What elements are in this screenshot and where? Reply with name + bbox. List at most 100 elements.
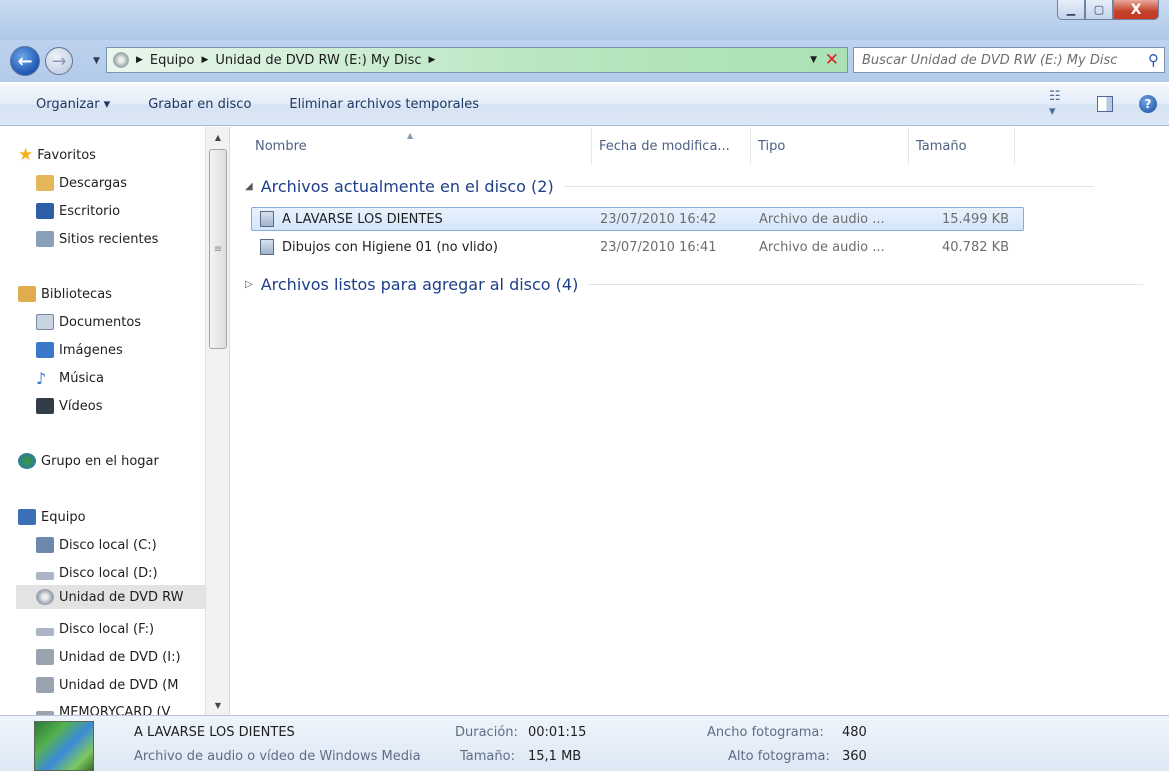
file-size: 40.782 KB bbox=[942, 239, 1010, 255]
sidebar-item-musica[interactable]: ♪ Música bbox=[36, 366, 229, 390]
navigation-pane: ★ Favoritos Descargas Escritorio Sitios … bbox=[0, 127, 230, 715]
chevron-right-icon[interactable]: ▶ bbox=[201, 55, 208, 65]
sidebar-item-disco-d[interactable]: Disco local (D:) bbox=[36, 561, 213, 585]
breadcrumb: ▶ Equipo ▶ Unidad de DVD RW (E:) My Disc… bbox=[129, 53, 442, 68]
media-file-icon bbox=[260, 239, 274, 255]
arrow-left-icon: ← bbox=[17, 50, 33, 72]
search-input[interactable]: Buscar Unidad de DVD RW (E:) My Disc ⚲ bbox=[853, 47, 1165, 73]
dvd-drive-icon bbox=[36, 589, 54, 605]
breadcrumb-equipo[interactable]: Equipo bbox=[150, 53, 195, 68]
title-bar: ▁ ▢ X bbox=[0, 0, 1169, 40]
sidebar-item-grupo-hogar[interactable]: Grupo en el hogar bbox=[18, 449, 229, 473]
sidebar-item-bibliotecas[interactable]: Bibliotecas bbox=[18, 282, 229, 306]
details-height-label: Alto fotograma: bbox=[728, 749, 830, 764]
file-size: 15.499 KB bbox=[942, 211, 1010, 227]
column-header-name[interactable]: Nombre bbox=[249, 127, 592, 165]
breadcrumb-dvd-drive[interactable]: Unidad de DVD RW (E:) My Disc bbox=[215, 53, 421, 68]
help-icon[interactable]: ? bbox=[1139, 95, 1157, 113]
sidebar-item-memorycard[interactable]: MEMORYCARD (V bbox=[36, 700, 205, 715]
scrollbar-thumb[interactable]: ≡ bbox=[209, 149, 227, 349]
address-bar[interactable]: ▶ Equipo ▶ Unidad de DVD RW (E:) My Disc… bbox=[106, 47, 848, 73]
group-header-ready[interactable]: ▷ Archivos listos para agregar al disco … bbox=[245, 275, 1144, 294]
media-file-icon bbox=[260, 211, 274, 227]
address-history-dropdown[interactable]: ▼ bbox=[810, 55, 817, 65]
file-type: Archivo de audio ... bbox=[759, 211, 885, 227]
homegroup-icon bbox=[18, 453, 36, 469]
back-button[interactable]: ← bbox=[10, 46, 40, 76]
file-name: Dibujos con Higiene 01 (no vlido) bbox=[282, 239, 498, 255]
details-file-name: A LAVARSE LOS DIENTES bbox=[134, 725, 295, 740]
recent-pages-dropdown[interactable]: ▼ bbox=[93, 56, 100, 66]
details-width-label: Ancho fotograma: bbox=[707, 725, 824, 740]
sidebar-item-imagenes[interactable]: Imágenes bbox=[36, 338, 229, 362]
file-row[interactable]: Dibujos con Higiene 01 (no vlido) 23/07/… bbox=[251, 235, 1024, 259]
organize-button[interactable]: Organizar ▾ bbox=[26, 93, 120, 116]
burn-button[interactable]: Grabar en disco bbox=[138, 93, 261, 116]
sidebar-item-documentos[interactable]: Documentos bbox=[36, 310, 229, 334]
group-divider bbox=[588, 284, 1144, 285]
window-controls: ▁ ▢ X bbox=[1057, 0, 1159, 20]
dvd-drive-icon bbox=[113, 52, 129, 68]
videos-icon bbox=[36, 398, 54, 414]
sidebar-item-dvd-m[interactable]: Unidad de DVD (M bbox=[36, 673, 205, 697]
sidebar-item-equipo[interactable]: Equipo bbox=[18, 505, 229, 529]
file-list: Nombre ▲ Fecha de modifica... Tipo Tamañ… bbox=[231, 127, 1169, 715]
group-header-on-disc[interactable]: ◢ Archivos actualmente en el disco (2) bbox=[245, 177, 1094, 196]
star-icon: ★ bbox=[18, 145, 34, 165]
sidebar-item-descargas[interactable]: Descargas bbox=[36, 171, 229, 195]
close-button[interactable]: X bbox=[1113, 0, 1159, 20]
details-height-value: 360 bbox=[842, 749, 867, 764]
sidebar-item-favoritos[interactable]: ★ Favoritos bbox=[18, 143, 229, 167]
sidebar-item-dvd-i[interactable]: Unidad de DVD (I:) bbox=[36, 645, 213, 669]
drive-icon bbox=[36, 572, 54, 580]
column-header-size[interactable]: Tamaño bbox=[910, 127, 1015, 165]
details-size-value: 15,1 MB bbox=[528, 749, 582, 764]
sidebar-item-escritorio[interactable]: Escritorio bbox=[36, 199, 229, 223]
maximize-button[interactable]: ▢ bbox=[1085, 0, 1113, 20]
collapse-triangle-icon[interactable]: ◢ bbox=[245, 181, 253, 192]
chevron-right-icon[interactable]: ▶ bbox=[429, 55, 436, 65]
sidebar-item-disco-c[interactable]: Disco local (C:) bbox=[36, 533, 213, 557]
dvd-drive-icon bbox=[36, 649, 54, 665]
sidebar-item-disco-f[interactable]: Disco local (F:) bbox=[36, 617, 213, 641]
column-header-type[interactable]: Tipo bbox=[752, 127, 909, 165]
arrow-right-icon: → bbox=[51, 50, 67, 72]
sidebar-item-sitios-recientes[interactable]: Sitios recientes bbox=[36, 227, 229, 251]
desktop-icon bbox=[36, 203, 54, 219]
search-icon[interactable]: ⚲ bbox=[1148, 51, 1159, 69]
dvd-drive-icon bbox=[36, 677, 54, 693]
preview-pane-icon[interactable] bbox=[1097, 96, 1113, 112]
sidebar-item-dvd-rw[interactable]: Unidad de DVD RW bbox=[16, 585, 205, 609]
delete-temp-files-button[interactable]: Eliminar archivos temporales bbox=[279, 93, 489, 116]
computer-icon bbox=[18, 509, 36, 525]
sort-ascending-icon: ▲ bbox=[407, 131, 414, 140]
view-options-icon[interactable]: ☷ ▾ bbox=[1049, 89, 1071, 119]
expand-triangle-icon[interactable]: ▷ bbox=[245, 279, 253, 290]
stop-icon[interactable]: ✕ bbox=[825, 50, 839, 70]
libraries-icon bbox=[18, 286, 36, 302]
sidebar-item-videos[interactable]: Vídeos bbox=[36, 394, 229, 418]
column-header-date[interactable]: Fecha de modifica... bbox=[593, 127, 751, 165]
sidebar-scrollbar[interactable]: ▲ ≡ ▼ bbox=[205, 127, 229, 715]
minimize-button[interactable]: ▁ bbox=[1057, 0, 1085, 20]
pictures-icon bbox=[36, 342, 54, 358]
search-placeholder: Buscar Unidad de DVD RW (E:) My Disc bbox=[862, 52, 1118, 68]
forward-button[interactable]: → bbox=[45, 47, 73, 75]
file-name: A LAVARSE LOS DIENTES bbox=[282, 211, 443, 227]
scroll-down-icon[interactable]: ▼ bbox=[206, 697, 229, 713]
file-row[interactable]: A LAVARSE LOS DIENTES 23/07/2010 16:42 A… bbox=[251, 207, 1024, 231]
scroll-up-icon[interactable]: ▲ bbox=[206, 129, 229, 145]
recent-places-icon bbox=[36, 231, 54, 247]
file-type: Archivo de audio ... bbox=[759, 239, 885, 255]
video-thumbnail bbox=[34, 721, 94, 771]
file-date: 23/07/2010 16:42 bbox=[600, 211, 717, 227]
details-pane: A LAVARSE LOS DIENTES Archivo de audio o… bbox=[0, 715, 1169, 771]
music-icon: ♪ bbox=[36, 368, 47, 388]
details-file-type: Archivo de audio o vídeo de Windows Medi… bbox=[134, 749, 421, 764]
details-size-label: Tamaño: bbox=[460, 749, 515, 764]
chevron-right-icon[interactable]: ▶ bbox=[136, 55, 143, 65]
downloads-folder-icon bbox=[36, 175, 54, 191]
system-drive-icon bbox=[36, 537, 54, 553]
drive-icon bbox=[36, 628, 54, 636]
details-duration-label: Duración: bbox=[455, 725, 518, 740]
